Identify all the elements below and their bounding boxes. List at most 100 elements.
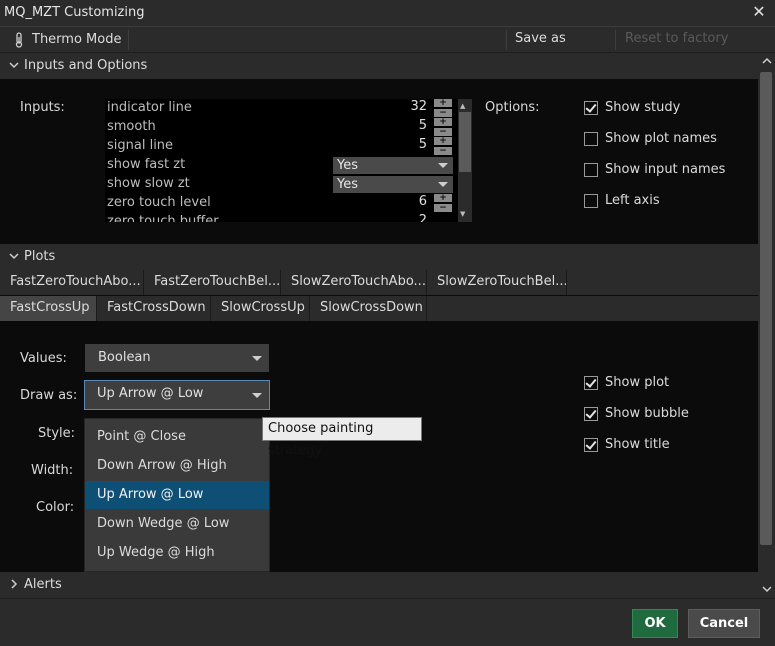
inputs-table: indicator line 32 + − smooth 5 + − signa… <box>105 99 472 222</box>
plots-section-header[interactable]: Plots <box>0 244 758 270</box>
input-row-show-slow-zt: show slow zt Yes <box>105 175 460 194</box>
ok-button[interactable]: OK <box>632 609 678 638</box>
toolbar-divider <box>128 30 129 50</box>
input-name: show fast zt <box>107 157 186 172</box>
smooth-stepper[interactable]: + − <box>434 118 452 137</box>
width-label: Width: <box>31 463 74 478</box>
color-label: Color: <box>36 500 75 515</box>
scroll-down-icon[interactable] <box>762 584 772 594</box>
toolbar-divider <box>615 30 616 50</box>
window-title: MQ_MZT Customizing <box>4 5 145 20</box>
show-plot-checkbox[interactable] <box>584 376 598 390</box>
select-value: Yes <box>337 177 358 192</box>
tab-slow-cross-up[interactable]: SlowCrossUp <box>211 296 310 321</box>
signal-line-value[interactable]: 5 <box>331 137 427 155</box>
minus-icon[interactable]: − <box>434 128 452 137</box>
zero-touch-buffer-value[interactable]: 2 <box>331 213 427 222</box>
input-row-indicator-line: indicator line 32 + − <box>105 99 460 118</box>
minus-icon[interactable]: − <box>434 204 452 213</box>
plot-tabs-row-1: FastZeroTouchAbo... FastZeroTouchBel... … <box>0 270 758 295</box>
plus-icon[interactable]: + <box>434 118 452 127</box>
values-label: Values: <box>20 351 67 366</box>
smooth-value[interactable]: 5 <box>331 118 427 136</box>
left-axis-label: Left axis <box>605 193 660 208</box>
scroll-up-icon[interactable]: ▲ <box>460 102 465 110</box>
show-bubble-checkbox[interactable] <box>584 407 598 421</box>
input-name: zero touch buffer <box>107 214 219 222</box>
close-icon[interactable]: ✕ <box>749 2 769 22</box>
show-bubble-label: Show bubble <box>605 406 689 421</box>
values-select-value: Boolean <box>98 350 151 365</box>
chevron-down-icon <box>252 356 262 361</box>
show-title-checkbox[interactable] <box>584 438 598 452</box>
show-title-label: Show title <box>605 437 670 452</box>
cancel-button[interactable]: Cancel <box>688 609 760 638</box>
show-slow-zt-select[interactable]: Yes <box>333 176 453 193</box>
scroll-up-icon[interactable] <box>762 56 772 66</box>
option-down-wedge-at-low[interactable]: Down Wedge @ Low <box>85 510 269 538</box>
scroll-down-icon[interactable]: ▼ <box>460 210 465 218</box>
input-name: show slow zt <box>107 176 190 191</box>
chevron-down-icon <box>9 59 19 71</box>
main-scrollbar-thumb[interactable] <box>760 72 772 545</box>
show-plot-names-label: Show plot names <box>605 131 717 146</box>
section-title: Inputs and Options <box>24 58 148 73</box>
tab-slow-zero-touch-below[interactable]: SlowZeroTouchBel... <box>427 270 567 295</box>
alerts-section-header[interactable]: Alerts <box>0 572 758 598</box>
left-axis-checkbox[interactable] <box>584 194 598 208</box>
input-name: zero touch level <box>107 195 211 210</box>
draw-as-label: Draw as: <box>20 388 78 403</box>
zero-touch-level-value[interactable]: 6 <box>331 194 427 212</box>
input-row-signal-line: signal line 5 + − <box>105 137 460 156</box>
input-row-show-fast-zt: show fast zt Yes <box>105 156 460 175</box>
plus-icon[interactable]: + <box>434 194 452 203</box>
input-name: indicator line <box>107 100 192 115</box>
tab-fast-cross-up[interactable]: FastCrossUp <box>0 296 97 321</box>
indicator-line-stepper[interactable]: + − <box>434 99 452 118</box>
chevron-down-icon <box>9 250 19 262</box>
signal-line-stepper[interactable]: + − <box>434 137 452 156</box>
show-input-names-checkbox[interactable] <box>584 163 598 177</box>
option-down-arrow-at-high[interactable]: Down Arrow @ High <box>85 452 269 480</box>
toolbar: Thermo Mode Save as default Reset to fac… <box>0 26 775 70</box>
tab-fast-zero-touch-above[interactable]: FastZeroTouchAbo... <box>0 270 144 295</box>
thermo-mode-button[interactable]: Thermo Mode <box>4 27 128 53</box>
select-value: Yes <box>337 158 358 173</box>
chevron-right-icon <box>9 578 19 590</box>
option-up-arrow-at-low[interactable]: Up Arrow @ Low <box>85 481 269 509</box>
show-study-label: Show study <box>605 100 681 115</box>
tooltip: Choose painting strategy <box>262 417 422 458</box>
input-row-zero-touch-level: zero touch level 6 + − <box>105 194 460 213</box>
tab-fast-zero-touch-below[interactable]: FastZeroTouchBel... <box>144 270 281 295</box>
zero-touch-level-stepper[interactable]: + − <box>434 194 452 213</box>
option-point-at-close[interactable]: Point @ Close <box>85 423 269 451</box>
indicator-line-value[interactable]: 32 <box>331 99 427 117</box>
plus-icon[interactable]: + <box>434 99 452 108</box>
section-title: Alerts <box>24 577 62 592</box>
minus-icon[interactable]: − <box>434 147 452 156</box>
minus-icon[interactable]: − <box>434 109 452 118</box>
input-name: smooth <box>107 119 156 134</box>
plus-icon[interactable]: + <box>434 137 452 146</box>
thermo-mode-label: Thermo Mode <box>32 32 122 47</box>
section-title: Plots <box>24 249 56 264</box>
inputs-label: Inputs: <box>20 100 65 115</box>
style-label: Style: <box>38 426 76 441</box>
chevron-down-icon <box>252 393 262 398</box>
plot-tabs-row-2: FastCrossUp FastCrossDown SlowCrossUp Sl… <box>0 296 758 321</box>
show-plot-names-checkbox[interactable] <box>584 132 598 146</box>
inputs-scrollbar-thumb[interactable] <box>459 112 471 172</box>
values-select[interactable]: Boolean <box>85 344 269 372</box>
show-fast-zt-select[interactable]: Yes <box>333 157 453 174</box>
reset-factory-default-button: Reset to factory default <box>625 31 729 70</box>
tab-fast-cross-down[interactable]: FastCrossDown <box>97 296 211 321</box>
thermometer-icon <box>15 32 23 48</box>
save-as-default-button[interactable]: Save as default <box>507 27 611 70</box>
draw-as-dropdown-list: Point @ Close Down Arrow @ High Up Arrow… <box>84 418 270 572</box>
option-up-wedge-at-high[interactable]: Up Wedge @ High <box>85 539 269 567</box>
tab-slow-cross-down[interactable]: SlowCrossDown <box>310 296 427 321</box>
show-study-checkbox[interactable] <box>584 101 598 115</box>
draw-as-select[interactable]: Up Arrow @ Low <box>84 380 270 410</box>
tab-slow-zero-touch-above[interactable]: SlowZeroTouchAbo... <box>281 270 427 295</box>
inputs-options-section-header[interactable]: Inputs and Options <box>0 53 758 79</box>
